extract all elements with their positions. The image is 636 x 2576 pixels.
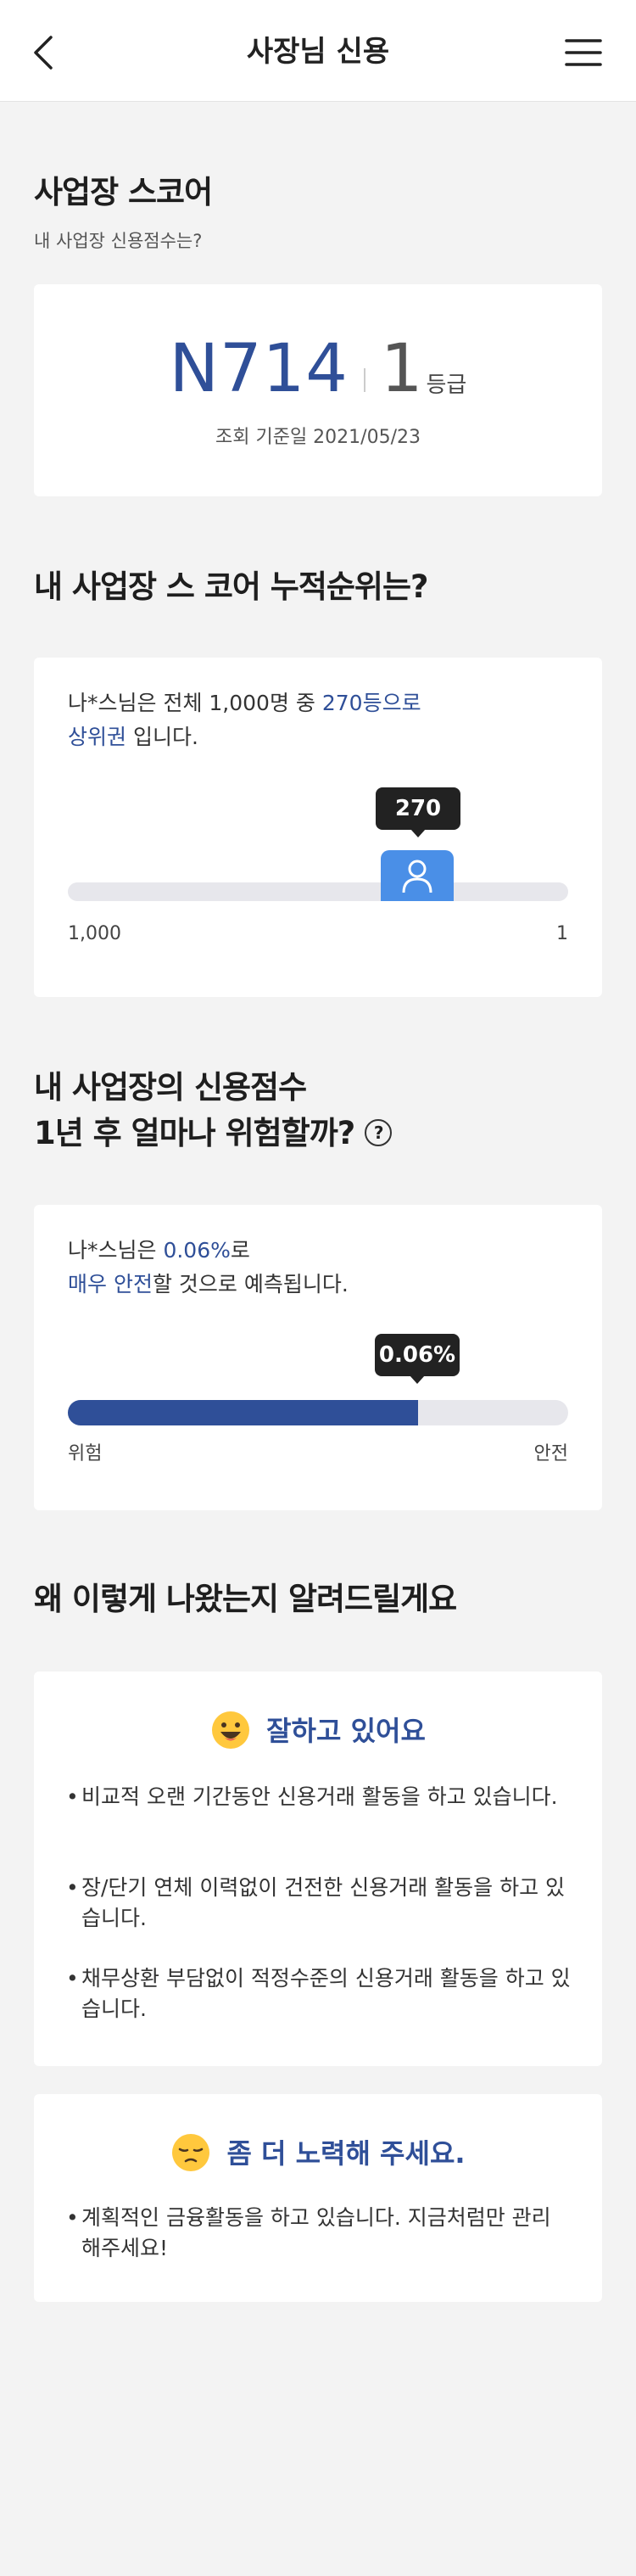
credit-grade: 1 xyxy=(380,331,423,407)
good-heading-text: 잘하고 있어요 xyxy=(266,1715,426,1747)
user-icon xyxy=(402,860,432,893)
improve-reasons-heading: 좀 더 노력해 주세요. xyxy=(34,2132,602,2176)
score-card: N714 1 등급 조회 기준일 2021/05/23 xyxy=(34,284,602,496)
pensive-face-icon xyxy=(172,2134,210,2171)
score-date: 조회 기준일 2021/05/23 xyxy=(215,427,421,448)
rank-tooltip: 270 xyxy=(376,787,460,837)
rank-axis-left: 1,000 xyxy=(68,923,121,944)
risk-axis-right: 안전 xyxy=(533,1443,568,1464)
good-reason-item: 장/단기 연체 이력없이 건전한 신용거래 활동을 하고 있습니다. xyxy=(66,1873,575,1934)
risk-title-line1: 내 사업장의 신용점수 xyxy=(34,1069,307,1106)
improve-heading-text: 좀 더 노력해 주세요. xyxy=(226,2137,466,2170)
good-reason-item: 채무상환 부담없이 적정수준의 신용거래 활동을 하고 있습니다. xyxy=(66,1963,575,2024)
rank-section-title: 내 사업장 스 코어 누적순위는? xyxy=(34,568,428,605)
rank-tier-highlight: 상위권 xyxy=(68,725,127,749)
good-reasons-heading: 잘하고 있어요 xyxy=(34,1710,602,1753)
hamburger-menu-icon xyxy=(565,39,602,66)
risk-fill xyxy=(68,1400,418,1425)
risk-section-title: 내 사업장의 신용점수 1년 후 얼마나 위험할까?? xyxy=(34,1065,393,1156)
improve-reason-item: 계획적인 금융활동을 하고 있습니다. 지금처럼만 관리 해주세요! xyxy=(66,2203,575,2264)
rank-axis-right: 1 xyxy=(556,923,568,944)
risk-axis-left: 위험 xyxy=(68,1443,103,1464)
risk-text-suffix: 할 것으로 예측됩니다. xyxy=(152,1272,349,1296)
question-circle-icon[interactable]: ? xyxy=(365,1118,393,1146)
rank-card: 나*스님은 전체 1,000명 중 270등으로 상위권 입니다. 270 1,… xyxy=(34,658,602,997)
rank-text-highlight: 270등으로 xyxy=(321,691,421,715)
app-header: 사장님 신용 xyxy=(0,0,636,102)
risk-tooltip: 0.06% xyxy=(375,1334,460,1384)
rank-text-prefix: 나*스님은 전체 1,000명 중 xyxy=(68,691,322,715)
rank-text-suffix: 입니다. xyxy=(126,725,198,749)
credit-score: N714 xyxy=(169,331,349,407)
score-section-title: 사업장 스코어 xyxy=(34,174,213,210)
risk-probability: 0.06% xyxy=(163,1238,231,1263)
grinning-face-icon xyxy=(212,1711,250,1749)
risk-text-prefix: 나*스님은 xyxy=(68,1238,164,1263)
risk-card: 나*스님은 0.06%로 매우 안전할 것으로 예측됩니다. 0.06% 위험 … xyxy=(34,1205,602,1510)
risk-text-mid: 로 xyxy=(230,1238,250,1263)
rank-description: 나*스님은 전체 1,000명 중 270등으로 상위권 입니다. xyxy=(68,686,421,754)
good-reason-item: 비교적 오랜 기간동안 신용거래 활동을 하고 있습니다. xyxy=(66,1782,575,1812)
reason-section-title: 왜 이렇게 나왔는지 알려드릴게요 xyxy=(34,1581,457,1617)
grade-unit: 등급 xyxy=(426,372,467,398)
menu-button[interactable] xyxy=(563,37,604,68)
risk-title-line2: 1년 후 얼마나 위험할까? xyxy=(34,1115,355,1151)
score-row: N714 1 등급 xyxy=(34,331,602,407)
page-title: 사장님 신용 xyxy=(246,35,390,69)
risk-level-highlight: 매우 안전 xyxy=(68,1272,153,1296)
score-section-subtitle: 내 사업장 신용점수는? xyxy=(34,231,203,251)
rank-marker[interactable] xyxy=(381,850,454,901)
rank-track xyxy=(68,882,568,901)
good-reasons-card: 잘하고 있어요 비교적 오랜 기간동안 신용거래 활동을 하고 있습니다. 장/… xyxy=(34,1672,602,2066)
risk-description: 나*스님은 0.06%로 매우 안전할 것으로 예측됩니다. xyxy=(68,1234,349,1302)
score-divider xyxy=(363,368,365,392)
improve-reasons-card: 좀 더 노력해 주세요. 계획적인 금융활동을 하고 있습니다. 지금처럼만 관… xyxy=(34,2094,602,2302)
